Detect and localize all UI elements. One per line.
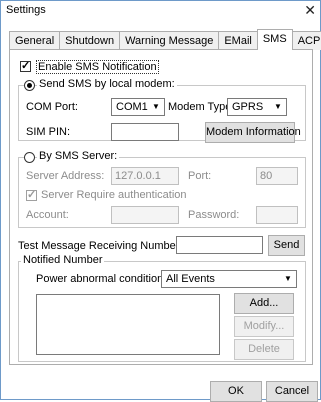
power-condition-value: All Events xyxy=(166,273,215,285)
notified-numbers-list[interactable] xyxy=(36,294,220,355)
tab-warning-message[interactable]: Warning Message xyxy=(119,31,220,50)
enable-sms-label[interactable]: Enable SMS Notification xyxy=(36,60,159,74)
tab-sms[interactable]: SMS xyxy=(256,29,293,50)
sms-server-radio-label[interactable]: By SMS Server: xyxy=(37,150,120,162)
sms-tab-panel: Enable SMS Notification Send SMS by loca… xyxy=(9,49,313,365)
port-input[interactable]: 80 xyxy=(256,167,298,185)
tab-email[interactable]: EMail xyxy=(218,31,258,50)
ok-button[interactable]: OK xyxy=(210,381,262,402)
power-condition-label: Power abnormal condition: xyxy=(36,273,167,285)
modem-type-label: Modem Type: xyxy=(168,101,235,113)
tab-shutdown[interactable]: Shutdown xyxy=(59,31,121,50)
notified-number-label: Notified Number xyxy=(21,254,105,266)
require-auth-checkbox[interactable] xyxy=(26,188,37,201)
server-address-value: 127.0.0.1 xyxy=(115,170,161,182)
modem-information-button[interactable]: Modem Information xyxy=(205,122,301,143)
local-modem-radio[interactable] xyxy=(24,80,35,91)
password-input[interactable] xyxy=(256,206,298,224)
add-button[interactable]: Add... xyxy=(234,293,294,314)
settings-window: Settings ✕ General Shutdown Warning Mess… xyxy=(0,0,321,402)
chevron-down-icon[interactable]: ▼ xyxy=(270,99,286,115)
tab-acpi[interactable]: ACPI xyxy=(291,31,321,50)
com-port-value: COM1 xyxy=(116,101,148,113)
password-label: Password: xyxy=(188,209,240,221)
delete-button[interactable]: Delete xyxy=(234,339,294,360)
close-icon[interactable]: ✕ xyxy=(304,2,316,18)
server-address-label: Server Address: xyxy=(26,170,105,182)
require-auth-label: Server Require authentication xyxy=(41,189,187,201)
modem-type-value: GPRS xyxy=(232,101,264,113)
com-port-select[interactable]: COM1 ▼ xyxy=(111,98,165,116)
port-value: 80 xyxy=(260,170,273,182)
tab-strip: General Shutdown Warning Message EMail S… xyxy=(9,29,321,50)
test-number-label: Test Message Receiving Number: xyxy=(18,240,183,252)
power-condition-select[interactable]: All Events ▼ xyxy=(161,270,297,288)
chevron-down-icon[interactable]: ▼ xyxy=(280,271,296,287)
modify-button[interactable]: Modify... xyxy=(234,316,294,337)
modem-type-select[interactable]: GPRS ▼ xyxy=(227,98,287,116)
tab-general[interactable]: General xyxy=(9,31,61,50)
cancel-button[interactable]: Cancel xyxy=(266,381,318,402)
chevron-down-icon[interactable]: ▼ xyxy=(148,99,164,115)
com-port-label: COM Port: xyxy=(26,101,78,113)
sim-pin-input[interactable] xyxy=(111,123,179,141)
enable-sms-checkbox[interactable] xyxy=(20,59,31,72)
send-button[interactable]: Send xyxy=(268,235,305,256)
port-label: Port: xyxy=(188,170,212,182)
account-label: Account: xyxy=(26,209,69,221)
sms-server-radio[interactable] xyxy=(24,152,35,163)
server-address-input[interactable]: 127.0.0.1 xyxy=(111,167,179,185)
title-bar: Settings ✕ xyxy=(1,1,320,21)
sim-pin-label: SIM PIN: xyxy=(26,126,71,138)
test-number-input[interactable] xyxy=(176,236,263,254)
local-modem-radio-label[interactable]: Send SMS by local modem: xyxy=(37,78,177,90)
window-title: Settings xyxy=(6,4,46,16)
account-input[interactable] xyxy=(111,206,179,224)
